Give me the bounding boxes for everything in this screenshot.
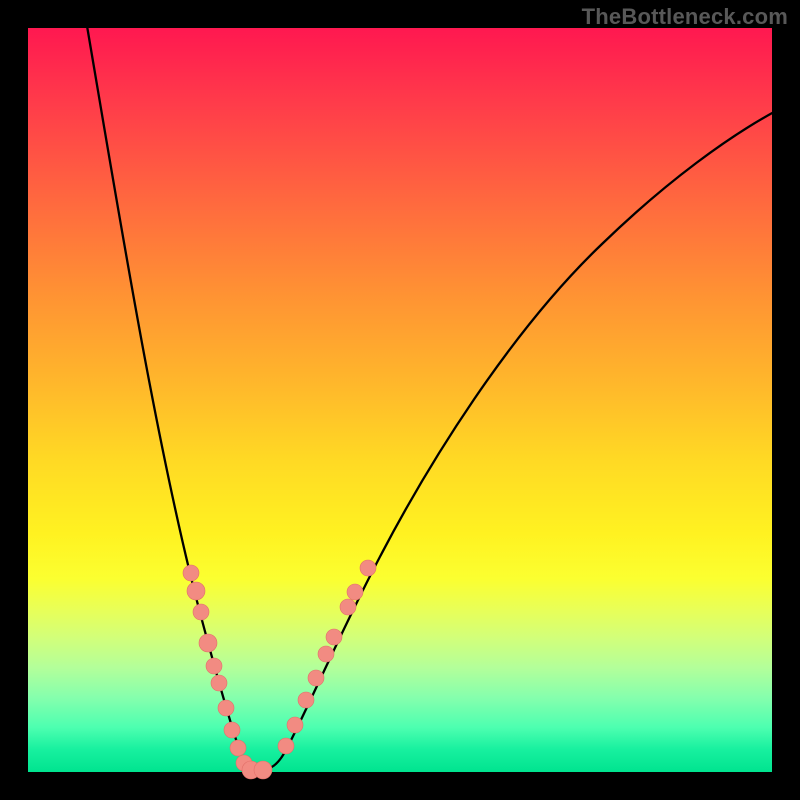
data-point [308, 670, 324, 686]
data-point [360, 560, 376, 576]
data-point [278, 738, 294, 754]
data-point [347, 584, 363, 600]
curve-layer [28, 28, 772, 772]
data-point [326, 629, 342, 645]
data-point [230, 740, 246, 756]
data-point [340, 599, 356, 615]
watermark-text: TheBottleneck.com [582, 4, 788, 30]
data-point [183, 565, 199, 581]
data-point [298, 692, 314, 708]
data-point [187, 582, 205, 600]
data-point [211, 675, 227, 691]
data-point [254, 761, 272, 779]
data-point [218, 700, 234, 716]
data-point [318, 646, 334, 662]
data-point [206, 658, 222, 674]
data-point [193, 604, 209, 620]
curve-left-branch [86, 20, 252, 770]
data-point [287, 717, 303, 733]
data-point [224, 722, 240, 738]
data-point [199, 634, 217, 652]
plot-area [28, 28, 772, 772]
chart-frame: TheBottleneck.com [0, 0, 800, 800]
curve-right-branch [261, 112, 774, 770]
